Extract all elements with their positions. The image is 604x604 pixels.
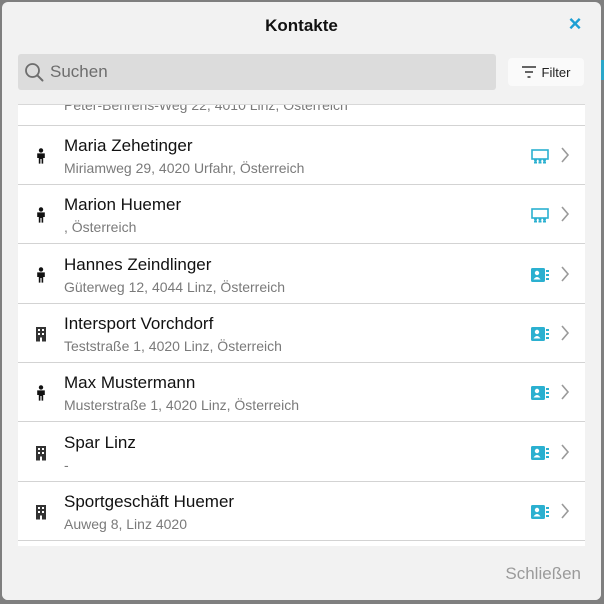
close-icon[interactable]: × <box>565 13 585 35</box>
contacts-dialog: Kontakte × Filter Peter-Behrens-Weg 22, … <box>2 2 601 600</box>
dialog-header: Kontakte × <box>2 2 601 48</box>
list-item[interactable]: Maria Zehetinger Miriamweg 29, 4020 Urfah… <box>18 126 585 185</box>
chevron-right-icon[interactable] <box>560 324 570 342</box>
chevron-right-icon[interactable] <box>560 443 570 461</box>
person-icon <box>34 148 48 164</box>
search-bar[interactable] <box>18 54 496 90</box>
list-item[interactable]: Hannes Zeindlinger Güterweg 12, 4044 Linz… <box>18 245 585 304</box>
contact-card-icon <box>531 445 549 461</box>
building-icon <box>34 326 48 342</box>
search-icon <box>25 63 44 82</box>
list-item[interactable]: Sportgeschäft Huemer Auweg 8, Linz 4020 <box>18 482 585 541</box>
filter-icon <box>521 66 536 78</box>
contact-address: Miriamweg 29, 4020 Urfahr, Österreich <box>64 160 305 176</box>
contact-name: Intersport Vorchdorf <box>64 313 214 333</box>
chevron-right-icon[interactable] <box>560 265 570 283</box>
contact-address: Teststraße 1, 4020 Linz, Österreich <box>64 337 282 354</box>
list-item[interactable]: Intersport Vorchdorf Teststraße 1, 4020 L… <box>18 304 585 363</box>
dialog-title: Kontakte <box>265 16 338 35</box>
filter-label: Filter <box>541 64 571 80</box>
contact-name: Hannes Zeindlinger <box>64 254 212 274</box>
list-item[interactable]: Max Mustermann Musterstraße 1, 4020 Linz,… <box>18 363 585 423</box>
building-icon <box>34 504 48 520</box>
chevron-right-icon[interactable] <box>560 205 570 223</box>
contact-name: Marion Huemer <box>64 195 182 215</box>
filter-button[interactable]: Filter <box>508 58 584 86</box>
list-item[interactable]: Spar Linz - <box>18 423 585 482</box>
contact-list[interactable]: Peter-Behrens-Weg 22, 4010 Linz, Österre… <box>18 104 585 546</box>
contact-card-icon <box>531 504 549 520</box>
contact-address: Musterstraße 1, 4020 Linz, Österreich <box>64 397 299 414</box>
group-icon <box>531 207 549 223</box>
contact-name: Sportgeschäft Huemer <box>64 491 235 511</box>
person-icon <box>34 385 48 401</box>
contact-name: Maria Zehetinger <box>64 136 193 155</box>
chevron-right-icon[interactable] <box>560 146 570 164</box>
contact-address: Güterweg 12, 4044 Linz, Österreich <box>64 278 286 295</box>
contact-address: - <box>64 456 69 473</box>
list-item[interactable]: Marion Huemer , Österreich <box>18 185 585 245</box>
contact-name: Max Mustermann <box>64 373 196 393</box>
divider <box>18 539 585 541</box>
search-input[interactable] <box>50 62 496 82</box>
dialog-footer: Schließen <box>2 546 601 600</box>
contact-address: Peter-Behrens-Weg 22, 4010 Linz, Österre… <box>64 104 348 113</box>
building-icon <box>34 445 48 461</box>
chevron-right-icon[interactable] <box>560 383 570 401</box>
contact-address: , Österreich <box>64 219 137 236</box>
contact-card-icon <box>531 326 549 342</box>
contact-address: Auweg 8, Linz 4020 <box>64 515 187 532</box>
person-icon <box>34 207 48 223</box>
contact-card-icon <box>531 385 549 401</box>
close-button[interactable]: Schließen <box>505 564 581 584</box>
list-item-partial[interactable]: Peter-Behrens-Weg 22, 4010 Linz, Österre… <box>18 104 585 126</box>
person-icon <box>34 266 48 283</box>
contact-card-icon <box>531 267 549 283</box>
contact-name: Spar Linz <box>64 432 136 452</box>
chevron-right-icon[interactable] <box>560 502 570 520</box>
group-icon <box>531 148 549 164</box>
